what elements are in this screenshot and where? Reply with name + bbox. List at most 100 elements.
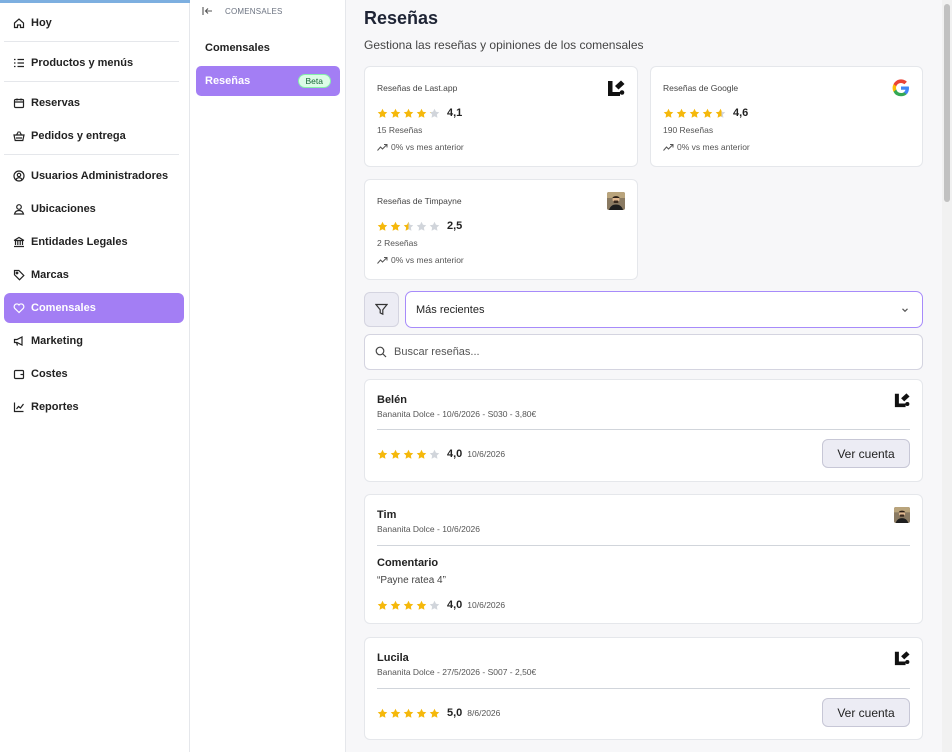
nav-item-comensales[interactable]: Comensales bbox=[4, 293, 184, 323]
view-account-button[interactable]: Ver cuenta bbox=[822, 698, 910, 727]
star-half-icon bbox=[429, 108, 440, 118]
star-full-icon bbox=[689, 108, 700, 118]
search-box[interactable] bbox=[364, 334, 923, 370]
review-meta: Bananita Dolce - 10/6/2026 - S030 - 3,80… bbox=[377, 409, 537, 419]
star-empty-icon bbox=[429, 449, 440, 459]
nav-item-pedidos[interactable]: Pedidos y entrega bbox=[4, 121, 184, 151]
scrollbar-thumb[interactable] bbox=[944, 4, 950, 202]
review-card: Belén Bananita Dolce - 10/6/2026 - S030 … bbox=[364, 379, 923, 482]
sub-sidebar: COMENSALES Comensales Reseñas Beta bbox=[190, 0, 346, 752]
calendar-icon bbox=[13, 97, 25, 109]
tag-icon bbox=[13, 269, 25, 281]
page-scrollbar[interactable] bbox=[942, 0, 952, 752]
nav-item-costes[interactable]: Costes bbox=[4, 359, 184, 389]
list-icon bbox=[13, 57, 25, 69]
view-account-button[interactable]: Ver cuenta bbox=[822, 439, 910, 468]
star-empty-icon bbox=[416, 221, 427, 231]
rating-score: 5,0 bbox=[447, 707, 463, 719]
star-full-icon bbox=[416, 449, 427, 459]
reviewer-name: Lucila bbox=[377, 652, 409, 664]
nav-divider bbox=[4, 154, 179, 155]
star-empty-icon bbox=[429, 221, 440, 231]
location-icon bbox=[13, 203, 25, 215]
main-content: Reseñas Gestiona las reseñas y opiniones… bbox=[346, 0, 942, 752]
nav-item-hoy[interactable]: Hoy bbox=[4, 8, 184, 38]
breadcrumb-label: COMENSALES bbox=[225, 6, 283, 16]
trend-icon bbox=[377, 143, 388, 151]
review-date: 10/6/2026 bbox=[467, 449, 506, 459]
collapse-left-icon[interactable] bbox=[202, 6, 213, 16]
star-empty-icon bbox=[429, 600, 440, 610]
chevron-down-icon bbox=[902, 308, 908, 313]
star-full-icon bbox=[390, 708, 401, 718]
nav-item-reportes[interactable]: Reportes bbox=[4, 392, 184, 422]
nav-item-productos[interactable]: Productos y menús bbox=[4, 48, 184, 78]
star-full-icon bbox=[377, 221, 388, 231]
star-half-icon bbox=[403, 221, 414, 231]
sidebar-top-accent bbox=[0, 0, 190, 3]
review-divider bbox=[377, 429, 910, 430]
stat-card-google: Reseñas de Google 4,6 190 Reseñas 0% vs … bbox=[650, 66, 923, 167]
trend-icon bbox=[663, 143, 674, 151]
subnav-item-label: Reseñas bbox=[205, 75, 251, 87]
rating-stars: 4,6 bbox=[663, 107, 748, 119]
rating-score: 4,0 bbox=[447, 448, 463, 460]
star-full-icon bbox=[676, 108, 687, 118]
stat-label: Reseñas de Last.app bbox=[377, 83, 458, 93]
google-logo-icon bbox=[892, 79, 910, 97]
subnav-item-comensales[interactable]: Comensales bbox=[196, 33, 340, 63]
main-sidebar: Hoy Productos y menús Reservas Pedidos y… bbox=[0, 0, 190, 752]
rating-score: 4,6 bbox=[733, 107, 749, 119]
stat-label: Reseñas de Google bbox=[663, 83, 739, 93]
nav-item-label: Hoy bbox=[31, 17, 52, 29]
rating-score: 4,0 bbox=[447, 599, 463, 611]
comment-text: “Payne ratea 4” bbox=[377, 575, 446, 586]
nav-divider bbox=[4, 41, 179, 42]
chart-icon bbox=[13, 401, 25, 413]
star-half-icon bbox=[715, 108, 726, 118]
subnav-item-resenas[interactable]: Reseñas Beta bbox=[196, 66, 340, 96]
star-full-icon bbox=[403, 600, 414, 610]
search-icon bbox=[375, 346, 387, 358]
sort-select[interactable]: Más recientes bbox=[405, 291, 923, 328]
review-meta: Bananita Dolce - 10/6/2026 bbox=[377, 524, 481, 534]
wallet-icon bbox=[13, 368, 25, 380]
filter-button[interactable] bbox=[364, 292, 399, 327]
star-full-icon bbox=[377, 108, 388, 118]
review-count: 15 Reseñas bbox=[377, 125, 423, 135]
user-circle-icon bbox=[13, 170, 25, 182]
rating-score: 2,5 bbox=[447, 220, 463, 232]
nav-item-reservas[interactable]: Reservas bbox=[4, 88, 184, 118]
nav-item-label: Comensales bbox=[31, 302, 96, 314]
trend-line: 0% vs mes anterior bbox=[377, 255, 464, 265]
nav-item-label: Productos y menús bbox=[31, 57, 134, 69]
star-full-icon bbox=[702, 108, 713, 118]
nav-item-usuarios[interactable]: Usuarios Administradores bbox=[4, 161, 184, 191]
star-full-icon bbox=[390, 221, 401, 231]
nav-item-ubicaciones[interactable]: Ubicaciones bbox=[4, 194, 184, 224]
search-input[interactable] bbox=[394, 346, 874, 358]
lastapp-logo-icon bbox=[894, 392, 910, 408]
star-full-icon bbox=[390, 449, 401, 459]
trend-line: 0% vs mes anterior bbox=[663, 142, 750, 152]
nav-item-label: Reservas bbox=[31, 97, 80, 109]
page-title: Reseñas bbox=[364, 8, 439, 28]
stat-card-timpayne: Reseñas de Timpayne 2,5 2 Reseñas 0% vs … bbox=[364, 179, 638, 280]
megaphone-icon bbox=[13, 335, 25, 347]
nav-item-label: Marcas bbox=[31, 269, 69, 281]
nav-item-label: Reportes bbox=[31, 401, 79, 413]
review-divider bbox=[377, 545, 910, 546]
rating-stars: 4,1 bbox=[377, 107, 462, 119]
star-full-icon bbox=[416, 108, 427, 118]
stat-label: Reseñas de Timpayne bbox=[377, 196, 462, 206]
nav-item-entidades[interactable]: Entidades Legales bbox=[4, 227, 184, 257]
subnav-item-label: Comensales bbox=[205, 42, 270, 54]
rating-stars: 4,0 10/6/2026 bbox=[377, 448, 505, 460]
nav-item-marcas[interactable]: Marcas bbox=[4, 260, 184, 290]
nav-item-label: Marketing bbox=[31, 335, 83, 347]
rating-stars: 2,5 bbox=[377, 220, 462, 232]
page-subtitle: Gestiona las reseñas y opiniones de los … bbox=[364, 38, 644, 52]
comment-title: Comentario bbox=[377, 557, 439, 569]
heart-icon bbox=[13, 302, 25, 314]
nav-item-marketing[interactable]: Marketing bbox=[4, 326, 184, 356]
